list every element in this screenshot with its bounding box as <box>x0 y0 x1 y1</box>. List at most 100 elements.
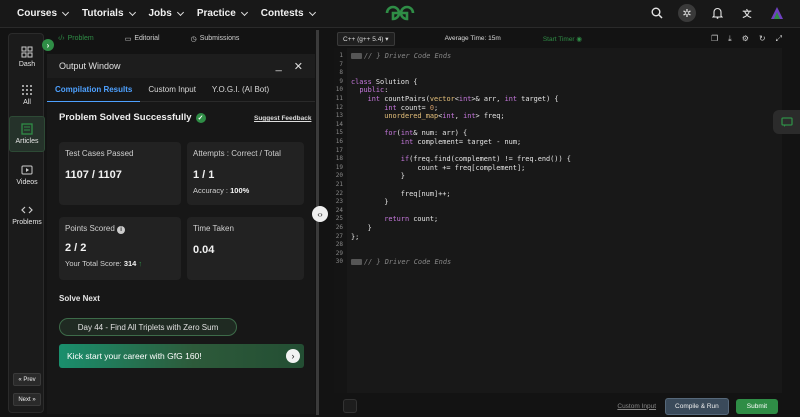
fold-marker-icon[interactable] <box>351 259 362 266</box>
timer-label: Start Timer <box>542 35 575 43</box>
code-text: freq[num]++; <box>351 189 451 198</box>
download-icon[interactable]: ⤓ <box>728 34 732 44</box>
fullscreen-icon[interactable]: ⤢ <box>776 34 782 44</box>
code-line[interactable]: 29 <box>334 250 782 259</box>
code-line[interactable]: 23 } <box>334 198 782 207</box>
code-text: // } Driver Code Ends <box>351 52 451 61</box>
tab-label: Problem <box>67 35 94 42</box>
gfg160-banner[interactable]: Kick start your career with GfG 160! › <box>59 344 304 368</box>
banner-text: Kick start your career with GfG 160! <box>67 351 202 361</box>
code-line[interactable]: 13 unordered_map<int, int> freq; <box>334 112 782 121</box>
tab-editorial[interactable]: ▭ Editorial <box>125 35 160 43</box>
code-line[interactable]: 8 <box>334 69 782 78</box>
code-line[interactable]: 30 // } Driver Code Ends <box>334 258 782 267</box>
output-window: Output Window _ ✕ Compilation Results Cu… <box>47 54 315 414</box>
resize-handle-icon[interactable]: ‹› <box>312 206 328 222</box>
code-line[interactable]: 9 class Solution { <box>334 78 782 87</box>
line-number: 23 <box>335 198 343 206</box>
code-line[interactable]: 27}; <box>334 233 782 242</box>
test-cases-card: Test Cases Passed 1107 / 1107 <box>59 142 181 205</box>
tab-yogi-ai-bot[interactable]: Y.O.G.I. (AI Bot) <box>204 78 277 102</box>
arrow-right-icon[interactable]: › <box>286 349 300 363</box>
time-card: Time Taken 0.04 <box>187 217 304 280</box>
code-line[interactable]: 15 for(int& num: arr) { <box>334 129 782 138</box>
grid-icon <box>22 85 32 95</box>
compile-run-button[interactable]: Compile & Run <box>665 397 729 415</box>
code-line[interactable]: 19 count += freq[complement]; <box>334 164 782 173</box>
start-timer-button[interactable]: Start Timer ◉ <box>543 35 582 43</box>
tab-submissions[interactable]: ◷ Submissions <box>191 35 240 43</box>
code-line[interactable]: 22 freq[num]++; <box>334 190 782 199</box>
code-line[interactable]: 16 int complement= target - num; <box>334 138 782 147</box>
theme-toggle-icon[interactable]: ✲ <box>678 4 696 22</box>
code-text: int complement= target - num; <box>400 138 522 146</box>
code-icon <box>21 206 33 214</box>
arrow-up-icon: ↑ <box>138 259 143 268</box>
output-tabs: Compilation Results Custom Input Y.O.G.I… <box>47 78 315 102</box>
code-line[interactable]: 18 if(freq.find(complement) != freq.end(… <box>334 155 782 164</box>
expand-arrow-icon[interactable]: › <box>42 39 54 51</box>
code-line[interactable]: 20 } <box>334 172 782 181</box>
code-line[interactable]: 21 <box>334 181 782 190</box>
gfg-logo[interactable] <box>383 3 417 23</box>
sidebar-item-dash[interactable]: Dash <box>9 46 45 68</box>
submit-button[interactable]: Submit <box>735 398 778 414</box>
copy-icon[interactable]: ❐ <box>711 34 718 44</box>
sidebar-item-problems[interactable]: Problems <box>9 204 45 226</box>
code-text: } <box>351 198 389 207</box>
code-line[interactable]: 25 return count; <box>334 215 782 224</box>
code-line[interactable]: 17 <box>334 147 782 156</box>
code-line[interactable]: 7 <box>334 61 782 70</box>
sidebar-item-all[interactable]: All <box>9 84 45 106</box>
problem-tabs: ‹/› Problem ▭ Editorial ◷ Submissions <box>44 30 320 47</box>
code-line[interactable]: 26 } <box>334 224 782 233</box>
code-line[interactable]: 11 int countPairs(vector<int>& arr, int … <box>334 95 782 104</box>
custom-input-link[interactable]: Custom Input <box>617 403 656 410</box>
line-number: 25 <box>335 215 343 223</box>
panel-scrollbar[interactable] <box>316 30 319 415</box>
code-line[interactable]: 24 <box>334 207 782 216</box>
minimize-icon[interactable]: _ <box>276 60 282 72</box>
language-select[interactable]: C++ (g++ 5.4) ▾ <box>337 31 395 46</box>
nav-jobs[interactable]: Jobs <box>149 8 184 19</box>
fold-marker-icon[interactable] <box>351 53 362 59</box>
code-text: return count; <box>384 215 439 224</box>
code-line[interactable]: 28 <box>334 241 782 250</box>
avatar[interactable] <box>768 4 786 22</box>
code-line[interactable]: 12 int count= 0; <box>334 104 782 113</box>
bell-icon[interactable] <box>708 4 726 22</box>
sidebar-item-label: Videos <box>16 179 38 186</box>
next-button[interactable]: Next » <box>13 393 41 406</box>
code-line[interactable]: 14 <box>334 121 782 130</box>
code-editor[interactable]: 1 // } Driver Code Ends 7 8 9 class Solution … <box>334 48 782 393</box>
sidebar-item-videos[interactable]: Videos <box>9 164 45 186</box>
nav-practice[interactable]: Practice <box>197 8 248 19</box>
reset-icon[interactable]: ↻ <box>759 34 766 44</box>
accuracy-value: 100% <box>230 186 250 195</box>
search-icon[interactable] <box>648 4 666 22</box>
tab-problem[interactable]: ‹/› Problem <box>58 35 94 42</box>
code-text: count += freq[complement]; <box>351 163 526 172</box>
card-label: Time Taken <box>193 224 234 233</box>
chat-icon[interactable] <box>773 110 800 134</box>
next-problem-button[interactable]: Day 44 - Find All Triplets with Zero Sum <box>59 318 237 336</box>
settings-icon[interactable]: ⚙ <box>742 34 749 44</box>
code-line[interactable]: 1 // } Driver Code Ends <box>334 52 782 61</box>
nav-courses[interactable]: Courses <box>17 8 70 19</box>
code-line[interactable]: 10 public: <box>334 86 782 95</box>
prev-button[interactable]: « Prev <box>13 373 41 386</box>
nav-contests[interactable]: Contests <box>261 8 316 19</box>
tab-custom-input[interactable]: Custom Input <box>140 78 204 102</box>
sidebar-item-articles[interactable]: Articles <box>9 116 45 152</box>
close-icon[interactable]: ✕ <box>294 60 303 73</box>
left-sidebar: Dash All Articles Videos Problems « Prev… <box>8 33 45 413</box>
info-icon[interactable]: i <box>117 226 126 234</box>
line-number: 10 <box>335 86 343 94</box>
suggest-feedback-link[interactable]: Suggest Feedback <box>254 115 311 122</box>
console-toggle[interactable] <box>343 399 357 413</box>
translate-icon[interactable]: 文 <box>738 4 756 22</box>
nav-tutorials[interactable]: Tutorials <box>82 8 136 19</box>
chevron-down-icon <box>61 8 70 16</box>
tab-compilation-results[interactable]: Compilation Results <box>47 78 141 102</box>
line-number: 13 <box>335 112 343 120</box>
